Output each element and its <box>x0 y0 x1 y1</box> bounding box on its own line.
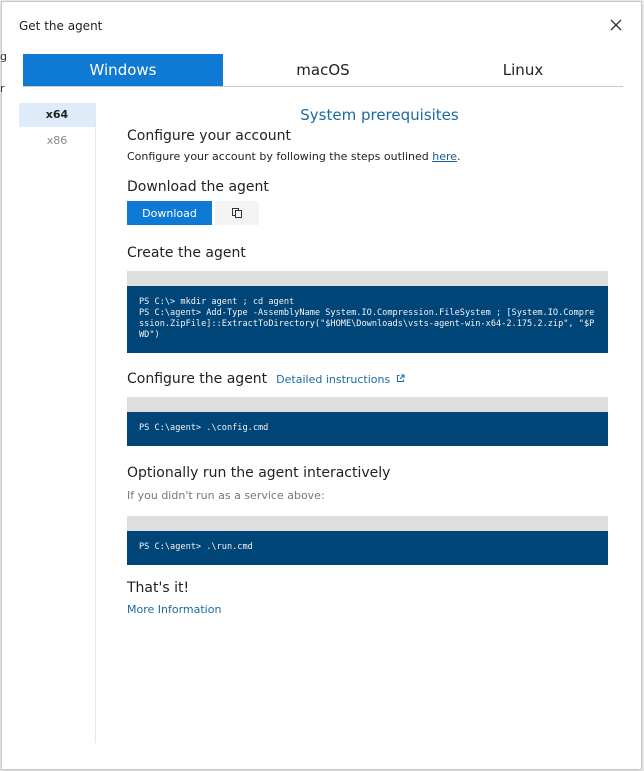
configure-account-sentence: Configure your account by following the … <box>127 150 433 163</box>
background-text-fragment: r <box>0 82 5 95</box>
agent-instructions: System prerequisites Configure your acco… <box>127 106 608 616</box>
external-link-icon <box>396 374 405 382</box>
architecture-list: x64 x86 <box>19 103 96 743</box>
detailed-instructions-link[interactable]: Detailed instructions <box>276 373 405 386</box>
code-block-header <box>127 516 608 531</box>
configure-account-text: Configure your account by following the … <box>127 150 608 163</box>
run-note: If you didn't run as a service above: <box>127 489 325 502</box>
tab-linux[interactable]: Linux <box>423 54 623 86</box>
download-button[interactable]: Download <box>127 201 212 225</box>
sentence-period: . <box>457 150 461 163</box>
close-icon <box>610 19 622 31</box>
run-agent-code[interactable]: PS C:\agent> .\run.cmd <box>127 531 608 565</box>
configure-agent-code[interactable]: PS C:\agent> .\config.cmd <box>127 412 608 446</box>
code-block: PS C:\agent> .\config.cmd <box>127 397 608 446</box>
download-section: Download the agent Download <box>127 179 608 225</box>
run-heading: Optionally run the agent interactively <box>127 465 391 481</box>
get-agent-dialog: g r Get the agent Windows macOS Linux x6… <box>0 1 642 770</box>
configure-account-heading: Configure your account <box>127 128 292 144</box>
code-block-header <box>127 271 608 286</box>
done-heading: That's it! <box>127 580 190 596</box>
configure-agent-section: Configure the agent Detailed instruction… <box>127 371 608 446</box>
configure-agent-heading: Configure the agent <box>127 371 268 387</box>
tab-macos[interactable]: macOS <box>223 54 423 86</box>
here-link[interactable]: here <box>432 150 457 163</box>
os-tabs: Windows macOS Linux <box>23 54 623 87</box>
arch-x86[interactable]: x86 <box>19 129 95 153</box>
code-block: PS C:\> mkdir agent ; cd agent PS C:\age… <box>127 271 608 353</box>
arch-x64[interactable]: x64 <box>19 103 95 127</box>
tab-windows[interactable]: Windows <box>23 54 223 86</box>
system-prerequisites-link[interactable]: System prerequisites <box>151 106 608 124</box>
done-section: That's it! More Information <box>127 580 608 616</box>
run-section: Optionally run the agent interactively I… <box>127 465 608 565</box>
code-block-header <box>127 397 608 412</box>
detailed-instructions-label: Detailed instructions <box>276 373 391 386</box>
create-section: Create the agent PS C:\> mkdir agent ; c… <box>127 245 608 353</box>
copy-icon <box>232 208 242 218</box>
code-block: PS C:\agent> .\run.cmd <box>127 516 608 565</box>
close-button[interactable] <box>607 16 625 34</box>
create-heading: Create the agent <box>127 245 246 261</box>
create-agent-code[interactable]: PS C:\> mkdir agent ; cd agent PS C:\age… <box>127 286 608 353</box>
copy-download-link-button[interactable] <box>215 201 259 225</box>
dialog-title: Get the agent <box>19 19 103 33</box>
more-information-link[interactable]: More Information <box>127 603 608 616</box>
background-text-fragment: g <box>0 50 7 63</box>
download-heading: Download the agent <box>127 179 269 195</box>
